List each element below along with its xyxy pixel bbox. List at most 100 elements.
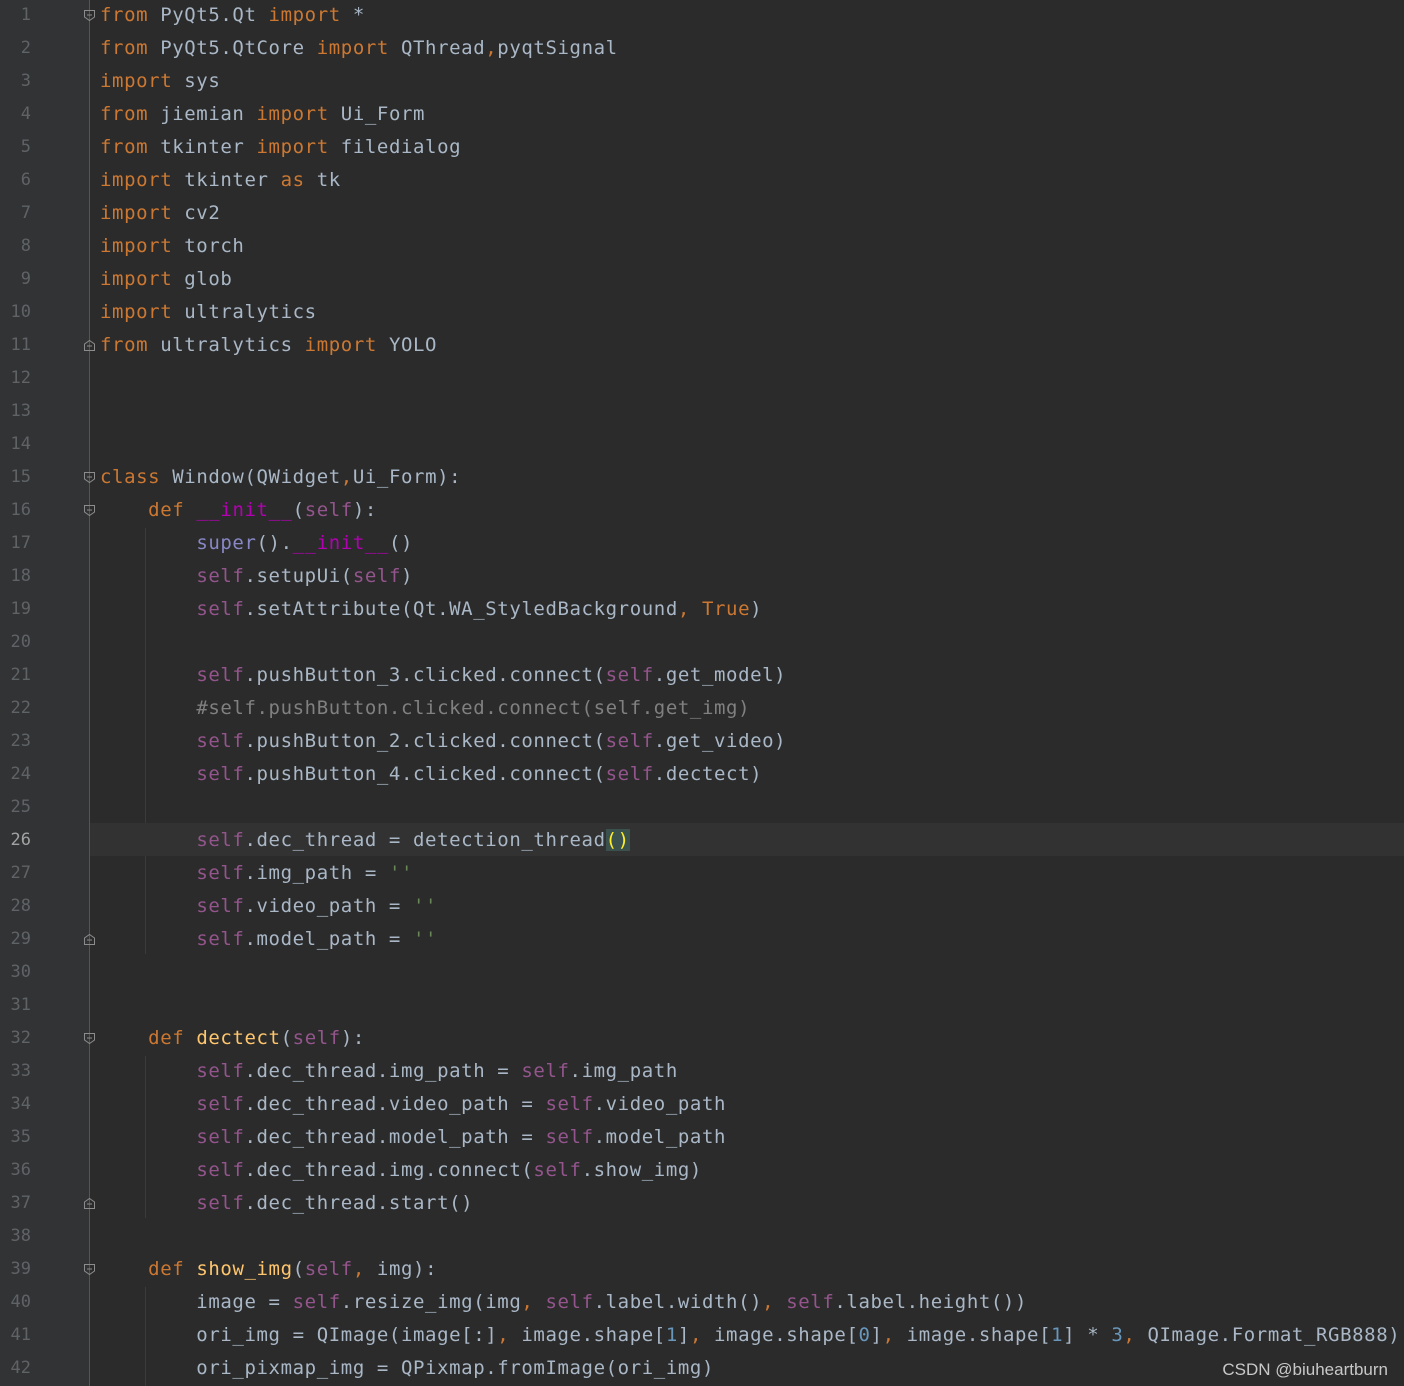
- code-text[interactable]: super().__init__(): [100, 527, 413, 560]
- code-line[interactable]: 7 import cv2: [0, 197, 1404, 230]
- fold-end-icon[interactable]: [83, 339, 96, 352]
- code-line[interactable]: 32 def dectect(self):: [0, 1022, 1404, 1055]
- code-text[interactable]: self.dec_thread.video_path = self.video_…: [100, 1088, 726, 1121]
- code-line[interactable]: 14: [0, 428, 1404, 461]
- code-text[interactable]: def show_img(self, img):: [100, 1253, 437, 1286]
- code-text[interactable]: ori_pixmap_img = QPixmap.fromImage(ori_i…: [100, 1352, 714, 1385]
- code-text[interactable]: self.pushButton_4.clicked.connect(self.d…: [100, 758, 762, 791]
- code-line[interactable]: 28 self.video_path = '': [0, 890, 1404, 923]
- code-token: from: [100, 4, 149, 26]
- code-editor[interactable]: 1 from PyQt5.Qt import * 2 from PyQt5.QtCor…: [0, 0, 1404, 1386]
- code-token: img):: [376, 1258, 438, 1280]
- code-text[interactable]: from tkinter import filedialog: [100, 131, 461, 164]
- code-line[interactable]: 29 self.model_path = '': [0, 923, 1404, 956]
- code-line[interactable]: 27 self.img_path = '': [0, 857, 1404, 890]
- code-text[interactable]: import cv2: [100, 197, 220, 230]
- code-line[interactable]: 20: [0, 626, 1404, 659]
- code-text[interactable]: import sys: [100, 65, 220, 98]
- code-text[interactable]: self.img_path = '': [100, 857, 413, 890]
- code-token: .setupUi(: [244, 565, 353, 587]
- fold-end-icon[interactable]: [83, 933, 96, 946]
- code-text[interactable]: image = self.resize_img(img, self.label.…: [100, 1286, 1027, 1319]
- code-line[interactable]: 11 from ultralytics import YOLO: [0, 329, 1404, 362]
- code-text[interactable]: self.pushButton_3.clicked.connect(self.g…: [100, 659, 786, 692]
- code-text[interactable]: import tkinter as tk: [100, 164, 341, 197]
- code-line[interactable]: 1 from PyQt5.Qt import *: [0, 0, 1404, 32]
- code-text[interactable]: self.dec_thread.start(): [100, 1187, 473, 1220]
- code-line[interactable]: 21 self.pushButton_3.clicked.connect(sel…: [0, 659, 1404, 692]
- code-line[interactable]: 34 self.dec_thread.video_path = self.vid…: [0, 1088, 1404, 1121]
- code-line[interactable]: 16 def __init__(self):: [0, 494, 1404, 527]
- code-text[interactable]: ori_img = QImage(image[:], image.shape[1…: [100, 1319, 1400, 1352]
- line-number: 14: [10, 434, 31, 454]
- code-line[interactable]: 17 super().__init__(): [0, 527, 1404, 560]
- code-text[interactable]: import torch: [100, 230, 244, 263]
- code-line[interactable]: 8 import torch: [0, 230, 1404, 263]
- code-line[interactable]: 35 self.dec_thread.model_path = self.mod…: [0, 1121, 1404, 1154]
- fold-start-icon[interactable]: [83, 1263, 96, 1276]
- fold-start-icon[interactable]: [83, 9, 96, 22]
- code-line[interactable]: 2 from PyQt5.QtCore import QThread,pyqtSi…: [0, 32, 1404, 65]
- code-text[interactable]: class Window(QWidget,Ui_Form):: [100, 461, 461, 494]
- code-text[interactable]: def dectect(self):: [100, 1022, 365, 1055]
- code-text[interactable]: self.setAttribute(Qt.WA_StyledBackground…: [100, 593, 762, 626]
- fold-end-icon[interactable]: [83, 1197, 96, 1210]
- code-line[interactable]: 18 self.setupUi(self): [0, 560, 1404, 593]
- code-line[interactable]: 38: [0, 1220, 1404, 1253]
- code-text[interactable]: from PyQt5.Qt import *: [100, 0, 365, 32]
- code-line[interactable]: 6 import tkinter as tk: [0, 164, 1404, 197]
- fold-start-icon[interactable]: [83, 1032, 96, 1045]
- code-line[interactable]: 39 def show_img(self, img):: [0, 1253, 1404, 1286]
- code-line[interactable]: 10 import ultralytics: [0, 296, 1404, 329]
- code-text[interactable]: #self.pushButton.clicked.connect(self.ge…: [100, 692, 750, 725]
- code-line[interactable]: 33 self.dec_thread.img_path = self.img_p…: [0, 1055, 1404, 1088]
- code-line[interactable]: 30: [0, 956, 1404, 989]
- code-token: self: [196, 730, 245, 752]
- code-text[interactable]: self.pushButton_2.clicked.connect(self.g…: [100, 725, 786, 758]
- code-text[interactable]: def __init__(self):: [100, 494, 377, 527]
- code-token: ,: [689, 1324, 715, 1346]
- code-text[interactable]: self.dec_thread.model_path = self.model_…: [100, 1121, 726, 1154]
- code-text[interactable]: self.model_path = '': [100, 923, 437, 956]
- code-token: as: [280, 169, 305, 191]
- code-line[interactable]: 42 ori_pixmap_img = QPixmap.fromImage(or…: [0, 1352, 1404, 1385]
- fold-start-icon[interactable]: [83, 471, 96, 484]
- code-token: self: [605, 763, 654, 785]
- code-line[interactable]: 36 self.dec_thread.img.connect(self.show…: [0, 1154, 1404, 1187]
- code-text[interactable]: self.video_path = '': [100, 890, 437, 923]
- code-line[interactable]: 9 import glob: [0, 263, 1404, 296]
- code-line[interactable]: 37 self.dec_thread.start(): [0, 1187, 1404, 1220]
- code-line[interactable]: 26 self.dec_thread = detection_thread(): [0, 824, 1404, 857]
- code-token: (: [280, 1027, 293, 1049]
- code-token: self: [292, 1291, 341, 1313]
- code-line[interactable]: 12: [0, 362, 1404, 395]
- code-line[interactable]: 31: [0, 989, 1404, 1022]
- code-text[interactable]: from PyQt5.QtCore import QThread,pyqtSig…: [100, 32, 618, 65]
- code-text[interactable]: self.dec_thread.img.connect(self.show_im…: [100, 1154, 702, 1187]
- code-text[interactable]: import glob: [100, 263, 232, 296]
- code-text[interactable]: self.dec_thread.img_path = self.img_path: [100, 1055, 678, 1088]
- code-token: self: [196, 1192, 245, 1214]
- code-token: self: [196, 1060, 245, 1082]
- code-text[interactable]: import ultralytics: [100, 296, 317, 329]
- code-text[interactable]: self.setupUi(self): [100, 560, 413, 593]
- code-line[interactable]: 5 from tkinter import filedialog: [0, 131, 1404, 164]
- code-line[interactable]: 15 class Window(QWidget,Ui_Form):: [0, 461, 1404, 494]
- code-line[interactable]: 19 self.setAttribute(Qt.WA_StyledBackgro…: [0, 593, 1404, 626]
- code-line[interactable]: 25: [0, 791, 1404, 824]
- code-line[interactable]: 3 import sys: [0, 65, 1404, 98]
- code-token: self: [786, 1291, 835, 1313]
- code-token: '': [413, 928, 438, 950]
- code-text[interactable]: from jiemian import Ui_Form: [100, 98, 425, 131]
- code-line[interactable]: 40 image = self.resize_img(img, self.lab…: [0, 1286, 1404, 1319]
- code-line[interactable]: 23 self.pushButton_2.clicked.connect(sel…: [0, 725, 1404, 758]
- fold-start-icon[interactable]: [83, 504, 96, 517]
- code-line[interactable]: 22 #self.pushButton.clicked.connect(self…: [0, 692, 1404, 725]
- code-text[interactable]: from ultralytics import YOLO: [100, 329, 437, 362]
- code-text[interactable]: self.dec_thread = detection_thread(): [100, 824, 630, 857]
- code-line[interactable]: 4 from jiemian import Ui_Form: [0, 98, 1404, 131]
- code-line[interactable]: 24 self.pushButton_4.clicked.connect(sel…: [0, 758, 1404, 791]
- code-line[interactable]: 13: [0, 395, 1404, 428]
- code-line[interactable]: 41 ori_img = QImage(image[:], image.shap…: [0, 1319, 1404, 1352]
